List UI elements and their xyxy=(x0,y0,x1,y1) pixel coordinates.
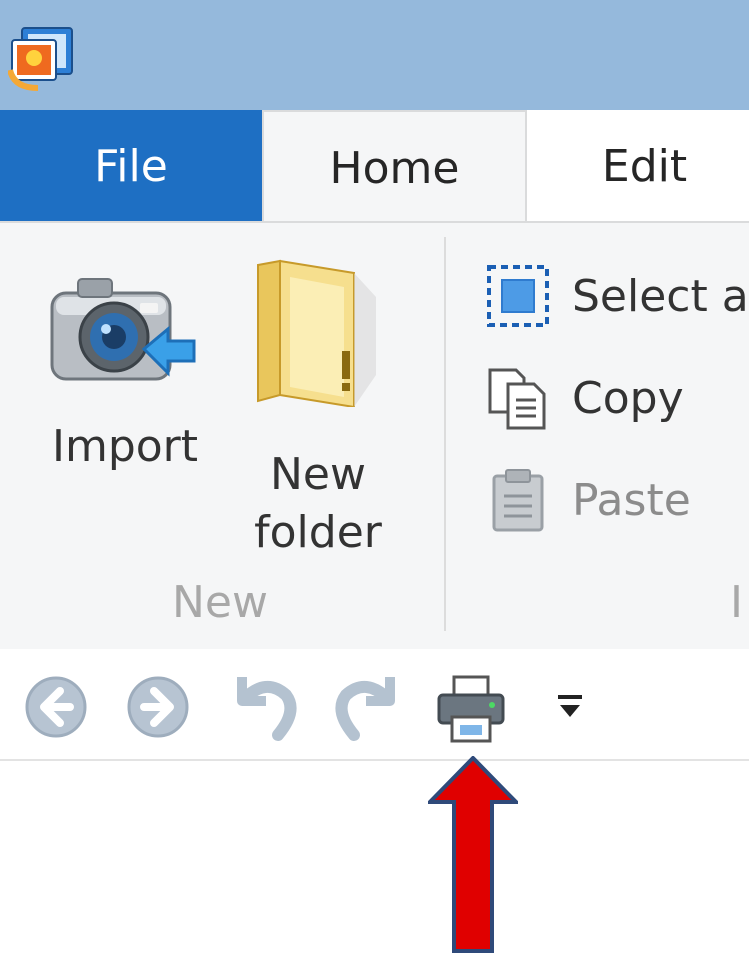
new-folder-label-line1: New xyxy=(270,449,366,500)
forward-icon[interactable] xyxy=(126,675,190,739)
tab-edit[interactable]: Edit xyxy=(527,110,749,223)
clipboard-group-label: I xyxy=(730,577,743,628)
photo-gallery-app-icon[interactable] xyxy=(8,26,76,92)
ribbon-tab-bar: File Home Edit xyxy=(0,110,749,225)
paste-icon xyxy=(492,469,544,532)
copy-label: Copy xyxy=(572,372,684,424)
paste-button[interactable]: Paste xyxy=(486,465,691,535)
copy-button[interactable]: Copy xyxy=(486,363,684,433)
redo-icon[interactable] xyxy=(330,671,400,743)
new-folder-label-line2: folder xyxy=(254,507,382,558)
tab-home[interactable]: Home xyxy=(262,110,527,225)
paste-label: Paste xyxy=(572,474,691,526)
customize-dropdown-icon[interactable] xyxy=(556,693,584,723)
select-all-icon xyxy=(487,265,549,327)
new-folder-icon xyxy=(257,259,376,407)
back-icon[interactable] xyxy=(24,675,88,739)
ribbon-group-divider xyxy=(444,237,446,631)
new-group-label: New xyxy=(172,577,268,628)
print-icon[interactable] xyxy=(436,675,506,743)
ribbon-panel: Import New folder New Select a Copy Past… xyxy=(0,221,749,651)
import-button[interactable]: Import xyxy=(30,243,220,503)
undo-icon[interactable] xyxy=(232,671,302,743)
title-bar xyxy=(0,0,749,110)
select-all-button[interactable]: Select a xyxy=(486,261,749,331)
import-label: Import xyxy=(51,421,199,472)
camera-import-icon xyxy=(50,278,196,381)
select-all-label: Select a xyxy=(572,270,749,322)
quick-access-toolbar xyxy=(0,649,749,761)
annotation-arrow-icon xyxy=(428,756,518,953)
copy-icon xyxy=(488,368,546,430)
new-folder-button[interactable]: New folder xyxy=(228,243,408,558)
tab-file[interactable]: File xyxy=(0,110,262,223)
